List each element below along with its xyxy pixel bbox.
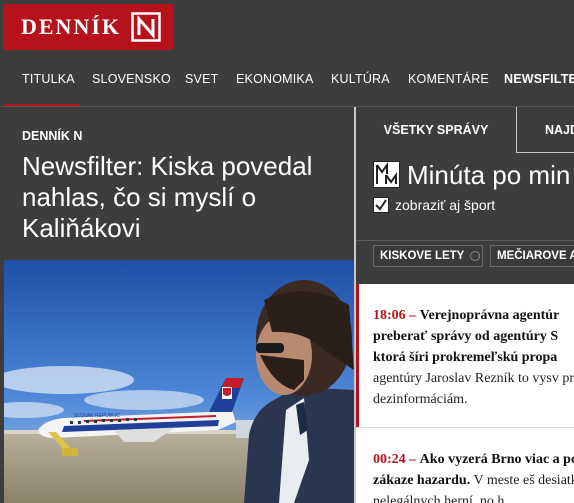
livery-text: SLOVAK REPUBLIC <box>74 413 120 419</box>
tab-find[interactable]: NAJD <box>545 107 574 153</box>
feed-accent-bar <box>356 284 359 427</box>
nav-kultura[interactable]: KULTÚRA <box>331 72 390 86</box>
nav-komentare[interactable]: KOMENTÁRE <box>408 72 489 86</box>
article-photo[interactable]: SLOVAK REPUBLIC <box>4 260 354 503</box>
feed-separator <box>356 427 574 428</box>
checkmark-icon <box>375 199 387 211</box>
chip-meciarove[interactable]: MEČIAROVE A <box>490 245 574 267</box>
article-column: DENNÍK N Newsfilter: Kiska povedal nahla… <box>0 107 354 503</box>
minute-title: Minúta po min <box>407 160 571 190</box>
sport-checkbox[interactable] <box>373 197 389 213</box>
feed-item[interactable]: 18:06 – Verejnoprávna agentúr preberať s… <box>373 305 574 410</box>
chip-close-icon[interactable] <box>470 251 481 261</box>
nav-slovensko[interactable]: SLOVENSKO <box>92 72 171 86</box>
feed-item[interactable]: 00:24 – Ako vyzerá Brno viac a po zákaze… <box>373 449 574 503</box>
minute-by-minute-icon <box>373 161 400 188</box>
tab-all-news[interactable]: VŠETKY SPRÁVY <box>356 107 516 153</box>
chip-label: KISKOVE LETY <box>380 250 465 262</box>
feed-item-time: 18:06 – <box>373 308 417 323</box>
nav-ekonomika[interactable]: EKONOMIKA <box>236 72 314 86</box>
sport-label[interactable]: zobraziť aj šport <box>395 197 495 213</box>
logo-text: DENNÍK <box>21 14 122 39</box>
nav-newsfilter[interactable]: NEWSFILTER <box>504 72 574 86</box>
airplane-photo-illustration: SLOVAK REPUBLIC <box>4 260 354 503</box>
nav-titulka[interactable]: TITULKA <box>22 72 75 86</box>
chip-kiskove-lety[interactable]: KISKOVE LETY <box>373 245 483 267</box>
dennik-n-logo[interactable]: DENNÍK <box>3 4 173 50</box>
tab-separator <box>516 107 517 153</box>
nav-svet[interactable]: SVET <box>185 72 218 86</box>
minute-column: VŠETKY SPRÁVY NAJD Minúta po min zobrazi… <box>356 107 574 503</box>
n-logo-icon <box>131 12 161 42</box>
article-kicker: DENNÍK N <box>22 129 83 143</box>
feed-item-text: agentúry Jaroslav Rezník to vysv proti d… <box>373 371 574 407</box>
chip-label: MEČIAROVE A <box>497 250 574 262</box>
main-nav: TITULKA SLOVENSKO SVET EKONOMIKA KULTÚRA… <box>0 64 574 94</box>
feed-item-time: 00:24 – <box>373 452 417 467</box>
article-headline[interactable]: Newsfilter: Kiska povedal nahlas, čo si … <box>22 151 340 244</box>
filter-divider <box>356 240 574 241</box>
